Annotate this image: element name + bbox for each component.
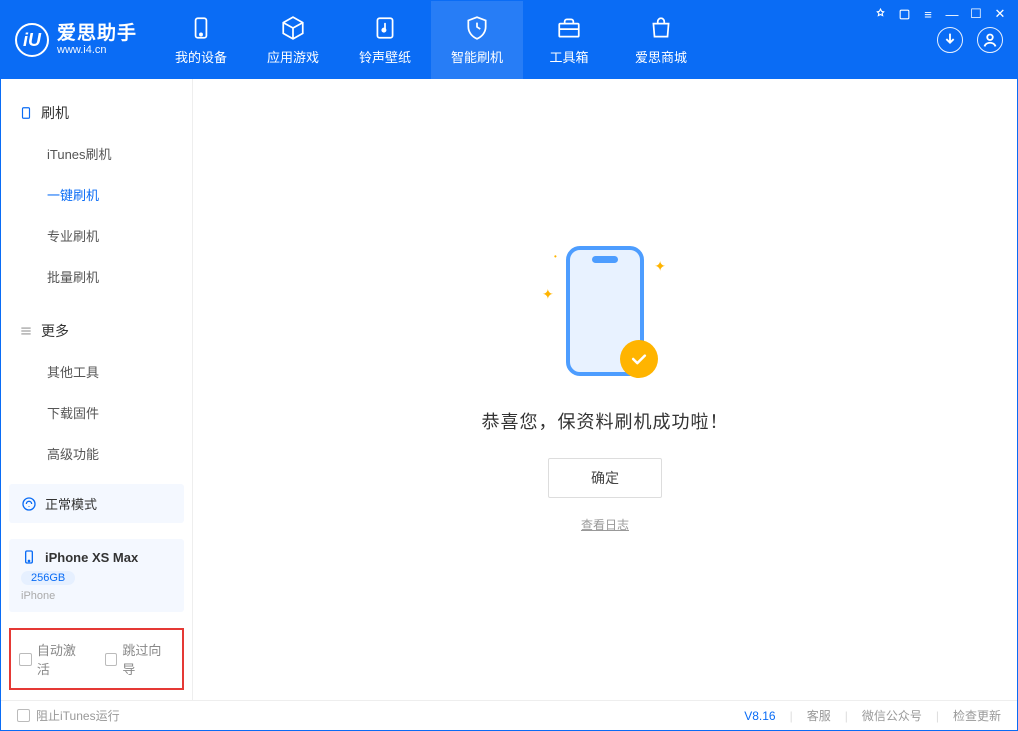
tab-store[interactable]: 爱思商城 xyxy=(615,1,707,79)
checkbox-icon xyxy=(105,653,118,666)
mode-card: 正常模式 xyxy=(9,484,184,523)
sidebar-item-advanced[interactable]: 高级功能 xyxy=(1,433,192,474)
skin-icon[interactable] xyxy=(897,7,911,21)
wechat-link[interactable]: 微信公众号 xyxy=(862,707,922,724)
check-update-link[interactable]: 检查更新 xyxy=(953,707,1001,724)
download-button[interactable] xyxy=(937,27,963,53)
list-icon xyxy=(19,324,33,338)
tab-apps[interactable]: 应用游戏 xyxy=(247,1,339,79)
device-storage: 256GB xyxy=(21,571,75,585)
shield-icon xyxy=(464,15,490,41)
minimize-icon[interactable]: — xyxy=(945,7,959,21)
version-label: V8.16 xyxy=(744,709,775,723)
success-panel: ✦ ✦ • 恭喜您，保资料刷机成功啦！ 确定 查看日志 xyxy=(482,246,729,533)
support-link[interactable]: 客服 xyxy=(807,707,831,724)
sidebar-item-other-tools[interactable]: 其他工具 xyxy=(1,351,192,392)
sidebar-item-download-firmware[interactable]: 下载固件 xyxy=(1,392,192,433)
device-phone-icon xyxy=(21,549,37,565)
device-icon xyxy=(188,15,214,41)
tab-label: 应用游戏 xyxy=(267,47,319,66)
check-icon xyxy=(620,340,658,378)
checkbox-icon xyxy=(17,709,30,722)
sidebar-group-flash: 刷机 xyxy=(1,93,192,133)
sidebar-item-pro-flash[interactable]: 专业刷机 xyxy=(1,215,192,256)
menu-icon[interactable]: ≡ xyxy=(921,7,935,21)
tab-label: 工具箱 xyxy=(550,47,589,66)
device-name: iPhone XS Max xyxy=(45,550,138,565)
ok-button[interactable]: 确定 xyxy=(548,458,662,498)
tab-tools[interactable]: 工具箱 xyxy=(523,1,615,79)
sidebar: 刷机 iTunes刷机 一键刷机 专业刷机 批量刷机 更多 其他工具 下载固件 … xyxy=(1,79,193,700)
mode-label: 正常模式 xyxy=(45,494,97,513)
success-message: 恭喜您，保资料刷机成功啦！ xyxy=(482,408,729,434)
music-icon xyxy=(372,15,398,41)
bag-icon xyxy=(648,15,674,41)
tab-ringtones[interactable]: 铃声壁纸 xyxy=(339,1,431,79)
sidebar-item-itunes-flash[interactable]: iTunes刷机 xyxy=(1,133,192,174)
tab-label: 我的设备 xyxy=(175,47,227,66)
app-header: iU 爱思助手 www.i4.cn 我的设备 应用游戏 铃声壁纸 智能刷机 xyxy=(1,1,1017,79)
tab-label: 爱思商城 xyxy=(635,47,687,66)
tab-device[interactable]: 我的设备 xyxy=(155,1,247,79)
skip-guide-checkbox[interactable]: 跳过向导 xyxy=(105,640,175,678)
app-url: www.i4.cn xyxy=(57,44,137,56)
sync-icon xyxy=(21,496,37,512)
app-name: 爱思助手 xyxy=(57,24,137,45)
flash-options-highlight: 自动激活 跳过向导 xyxy=(9,628,184,690)
device-card[interactable]: iPhone XS Max 256GB iPhone xyxy=(9,539,184,612)
logo-icon: iU xyxy=(15,23,49,57)
logo: iU 爱思助手 www.i4.cn xyxy=(1,1,155,79)
feedback-icon[interactable] xyxy=(873,7,887,21)
block-itunes-checkbox[interactable]: 阻止iTunes运行 xyxy=(17,707,120,724)
toolbox-icon xyxy=(556,15,582,41)
window-controls: ≡ — ☐ ✕ xyxy=(873,7,1007,21)
sidebar-item-batch-flash[interactable]: 批量刷机 xyxy=(1,256,192,297)
sidebar-item-oneclick-flash[interactable]: 一键刷机 xyxy=(1,174,192,215)
main-content: ✦ ✦ • 恭喜您，保资料刷机成功啦！ 确定 查看日志 xyxy=(193,79,1017,700)
profile-button[interactable] xyxy=(977,27,1003,53)
statusbar: 阻止iTunes运行 V8.16 | 客服 | 微信公众号 | 检查更新 xyxy=(1,700,1017,730)
tab-flash[interactable]: 智能刷机 xyxy=(431,1,523,79)
sidebar-group-more: 更多 xyxy=(1,311,192,351)
auto-activate-checkbox[interactable]: 自动激活 xyxy=(19,640,89,678)
view-log-link[interactable]: 查看日志 xyxy=(581,516,629,533)
cube-icon xyxy=(280,15,306,41)
nav-tabs: 我的设备 应用游戏 铃声壁纸 智能刷机 工具箱 爱思商城 xyxy=(155,1,937,79)
tab-label: 铃声壁纸 xyxy=(359,47,411,66)
checkbox-icon xyxy=(19,653,32,666)
phone-outline-icon xyxy=(19,106,33,120)
device-type: iPhone xyxy=(21,590,172,602)
tab-label: 智能刷机 xyxy=(451,47,503,66)
close-icon[interactable]: ✕ xyxy=(993,7,1007,21)
success-illustration: ✦ ✦ • xyxy=(550,246,660,386)
maximize-icon[interactable]: ☐ xyxy=(969,7,983,21)
